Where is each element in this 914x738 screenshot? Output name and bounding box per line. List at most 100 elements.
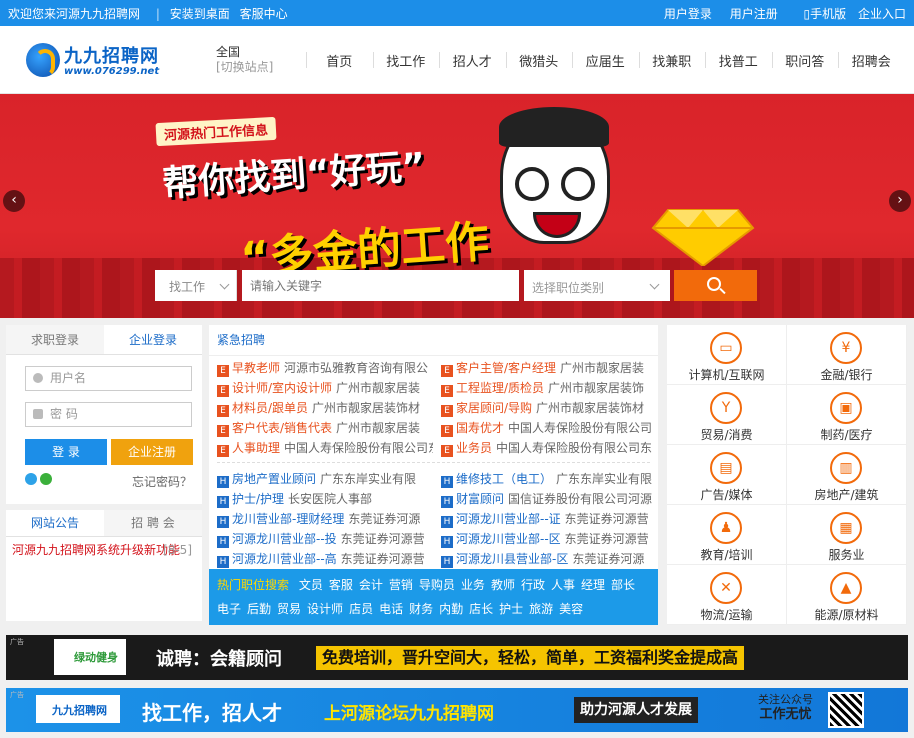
company-name[interactable]: 中国人寿保险股份有限公司 bbox=[508, 421, 652, 435]
category-item[interactable]: ▲ 能源/原材料 bbox=[787, 565, 907, 625]
username-field[interactable]: 用户名 bbox=[25, 366, 192, 391]
hot-keyword-link[interactable]: 电子 bbox=[217, 602, 241, 616]
job-title[interactable]: 工程监理/质检员 bbox=[456, 381, 544, 395]
nav-item-job-fair[interactable]: 招聘会 bbox=[838, 51, 905, 70]
hot-keyword-link[interactable]: 护士 bbox=[499, 602, 523, 616]
job-row[interactable]: H 河源龙川营业部--高 东莞证券河源营 bbox=[217, 549, 433, 569]
hot-keyword-link[interactable]: 教师 bbox=[491, 578, 515, 592]
hot-keyword-link[interactable]: 部长 bbox=[611, 578, 635, 592]
job-title[interactable]: 护士/护理 bbox=[232, 492, 284, 506]
category-item[interactable]: ▭ 计算机/互联网 bbox=[667, 325, 787, 385]
hot-keyword-link[interactable]: 美容 bbox=[559, 602, 583, 616]
hot-keyword-link[interactable]: 店长 bbox=[469, 602, 493, 616]
search-button[interactable] bbox=[674, 270, 757, 301]
ad-banner-recruitment[interactable]: 广告 九九招聘网 找工作，招人才 上河源论坛九九招聘网 助力河源人才发展 关注公… bbox=[6, 688, 908, 732]
job-title[interactable]: 客户主管/客户经理 bbox=[456, 361, 556, 375]
category-item[interactable]: ▦ 服务业 bbox=[787, 505, 907, 565]
login-button[interactable]: 登 录 bbox=[25, 439, 107, 465]
category-item[interactable]: ▥ 房地产/建筑 bbox=[787, 445, 907, 505]
job-title[interactable]: 河源龙川营业部--区 bbox=[456, 532, 561, 546]
nav-item-parttime[interactable]: 找兼职 bbox=[638, 51, 706, 70]
job-row[interactable]: E 早教老师 河源市弘雅教育咨询有限公 bbox=[217, 358, 433, 378]
job-title[interactable]: 财富顾问 bbox=[456, 492, 504, 506]
job-row[interactable]: H 财富顾问 国信证券股份有限公司河源 bbox=[441, 489, 657, 509]
job-row[interactable]: E 客户代表/销售代表 广州市靓家居装 bbox=[217, 418, 433, 438]
company-name[interactable]: 广州市靓家居装饰材 bbox=[536, 401, 644, 415]
job-title[interactable]: 河源龙川营业部--高 bbox=[232, 552, 337, 566]
notice-item[interactable]: 河源九九招聘网系统升级新功能 [8-5] bbox=[6, 537, 202, 564]
job-row[interactable]: H 龙川营业部-理财经理 东莞证券河源 bbox=[217, 509, 433, 529]
job-row[interactable]: H 河源龙川营业部--投 东莞证券河源营 bbox=[217, 529, 433, 549]
company-name[interactable]: 东莞证券河源营 bbox=[565, 532, 649, 546]
job-title[interactable]: 河源龙川营业部--投 bbox=[232, 532, 337, 546]
job-row[interactable]: H 护士/护理 长安医院人事部 bbox=[217, 489, 433, 509]
mobile-link[interactable]: ▯手机版 bbox=[804, 7, 847, 21]
company-name[interactable]: 河源市弘雅教育咨询有限公 bbox=[284, 361, 428, 375]
company-name[interactable]: 广州市靓家居装 bbox=[336, 381, 420, 395]
hot-keyword-link[interactable]: 电话 bbox=[379, 602, 403, 616]
job-row[interactable]: H 河源龙川县营业部-区 东莞证券河源 bbox=[441, 549, 657, 569]
company-name[interactable]: 广州市靓家居装饰 bbox=[548, 381, 644, 395]
hot-keyword-link[interactable]: 业务 bbox=[461, 578, 485, 592]
job-row[interactable]: H 河源龙川营业部--证 东莞证券河源营 bbox=[441, 509, 657, 529]
tab-jobseeker-login[interactable]: 求职登录 bbox=[6, 325, 104, 354]
hot-keyword-link[interactable]: 经理 bbox=[581, 578, 605, 592]
job-title[interactable]: 国寿优才 bbox=[456, 421, 504, 435]
company-name[interactable]: 东莞证券河源营 bbox=[565, 512, 649, 526]
job-title[interactable]: 维修技工（电工） bbox=[456, 472, 552, 486]
hot-keyword-link[interactable]: 文员 bbox=[299, 578, 323, 592]
search-keyword-input[interactable] bbox=[242, 270, 519, 301]
job-row[interactable]: E 人事助理 中国人寿保险股份有限公司东 bbox=[217, 438, 433, 458]
qq-icon[interactable] bbox=[25, 473, 37, 485]
install-link[interactable]: 安装到桌面 bbox=[170, 7, 230, 21]
job-title[interactable]: 人事助理 bbox=[232, 441, 280, 455]
company-name[interactable]: 东莞证券河源营 bbox=[341, 532, 425, 546]
job-title[interactable]: 材料员/跟单员 bbox=[232, 401, 308, 415]
user-register-link[interactable]: 用户注册 bbox=[730, 7, 778, 21]
hot-keyword-link[interactable]: 客服 bbox=[329, 578, 353, 592]
company-name[interactable]: 中国人寿保险股份有限公司东 bbox=[284, 441, 433, 455]
company-name[interactable]: 广东东岸实业有限 bbox=[556, 472, 652, 486]
password-field[interactable]: 密 码 bbox=[25, 402, 192, 427]
category-item[interactable]: ✕ 物流/运输 bbox=[667, 565, 787, 625]
service-link[interactable]: 客服中心 bbox=[240, 7, 288, 21]
banner-next-arrow-icon[interactable]: › bbox=[889, 190, 911, 212]
hot-keyword-link[interactable]: 后勤 bbox=[247, 602, 271, 616]
job-title[interactable]: 河源龙川营业部--证 bbox=[456, 512, 561, 526]
hot-keyword-link[interactable]: 人事 bbox=[551, 578, 575, 592]
tab-job-fair[interactable]: 招 聘 会 bbox=[104, 510, 202, 536]
company-name[interactable]: 国信证券股份有限公司河源 bbox=[508, 492, 652, 506]
job-row[interactable]: H 房地产置业顾问 广东东岸实业有限 bbox=[217, 469, 433, 489]
job-title[interactable]: 河源龙川县营业部-区 bbox=[456, 552, 568, 566]
site-logo[interactable]: 九九招聘网 www.076299.net bbox=[26, 42, 166, 77]
company-name[interactable]: 东莞证券河源 bbox=[572, 552, 644, 566]
category-item[interactable]: ▣ 制药/医疗 bbox=[787, 385, 907, 445]
company-name[interactable]: 长安医院人事部 bbox=[288, 492, 372, 506]
hot-keyword-link[interactable]: 旅游 bbox=[529, 602, 553, 616]
hot-keyword-link[interactable]: 导购员 bbox=[419, 578, 455, 592]
nav-item-graduates[interactable]: 应届生 bbox=[572, 51, 639, 70]
switch-city-link[interactable]: [切换站点] bbox=[216, 60, 273, 75]
hot-keyword-link[interactable]: 贸易 bbox=[277, 602, 301, 616]
category-item[interactable]: ¥ 金融/银行 bbox=[787, 325, 907, 385]
company-name[interactable]: 中国人寿保险股份有限公司东 bbox=[496, 441, 652, 455]
wechat-icon[interactable] bbox=[40, 473, 52, 485]
job-row[interactable]: H 河源龙川营业部--区 东莞证券河源营 bbox=[441, 529, 657, 549]
job-row[interactable]: H 维修技工（电工） 广东东岸实业有限 bbox=[441, 469, 657, 489]
company-name[interactable]: 东莞证券河源 bbox=[348, 512, 420, 526]
city-selector[interactable]: 全国 [切换站点] bbox=[216, 45, 273, 75]
job-title[interactable]: 房地产置业顾问 bbox=[232, 472, 316, 486]
job-row[interactable]: E 业务员 中国人寿保险股份有限公司东 bbox=[441, 438, 657, 458]
company-name[interactable]: 广州市靓家居装饰材 bbox=[312, 401, 420, 415]
user-login-link[interactable]: 用户登录 bbox=[664, 7, 712, 21]
company-name[interactable]: 东莞证券河源营 bbox=[341, 552, 425, 566]
job-title[interactable]: 客户代表/销售代表 bbox=[232, 421, 332, 435]
company-name[interactable]: 广州市靓家居装 bbox=[560, 361, 644, 375]
tab-company-login[interactable]: 企业登录 bbox=[104, 325, 202, 354]
nav-item-headhunter[interactable]: 微猎头 bbox=[505, 51, 573, 70]
tab-site-notice[interactable]: 网站公告 bbox=[6, 510, 104, 536]
hot-keyword-link[interactable]: 店员 bbox=[349, 602, 373, 616]
hot-keyword-link[interactable]: 营销 bbox=[389, 578, 413, 592]
job-title[interactable]: 业务员 bbox=[456, 441, 492, 455]
nav-item-home[interactable]: 首页 bbox=[306, 51, 373, 70]
